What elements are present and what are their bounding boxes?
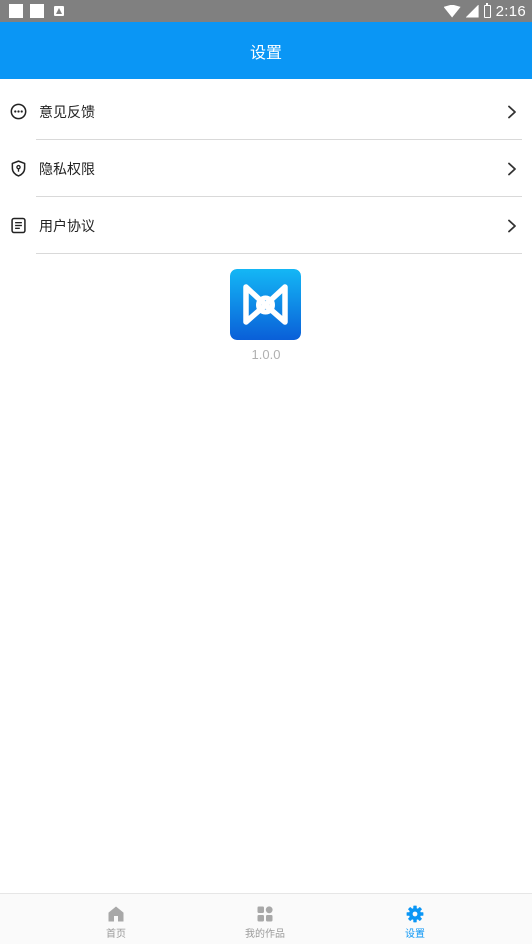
app-bar: 设置 (0, 22, 532, 79)
wifi-icon (443, 4, 461, 18)
chat-bubble-icon (10, 103, 27, 120)
tab-settings[interactable]: 设置 (355, 894, 475, 944)
tab-label: 首页 (106, 929, 126, 940)
menu-item-label: 隐私权限 (39, 162, 95, 178)
cellular-signal-icon (465, 4, 479, 18)
notification-square-icon (9, 4, 23, 18)
status-time: 2:16 (495, 2, 526, 20)
app-logo (230, 269, 301, 340)
notification-app-icon (54, 6, 64, 16)
notification-square-icon (30, 4, 44, 18)
chevron-right-icon (508, 219, 516, 233)
shield-lock-icon (11, 160, 26, 177)
menu-item-feedback[interactable]: 意见反馈 (0, 83, 532, 140)
chevron-right-icon (508, 162, 516, 176)
app-version: 1.0.0 (251, 347, 281, 362)
gear-icon (406, 905, 424, 923)
tab-label: 设置 (405, 929, 425, 940)
menu-item-label: 用户协议 (39, 219, 95, 235)
battery-icon (483, 2, 491, 18)
home-icon (108, 906, 124, 922)
page-title: 设置 (249, 42, 282, 62)
tab-my-works[interactable]: 我的作品 (205, 894, 325, 944)
divider (36, 253, 522, 254)
settings-list: 意见反馈 隐私权限 用户协议 (0, 83, 532, 254)
menu-item-privacy[interactable]: 隐私权限 (0, 140, 532, 197)
tab-home[interactable]: 首页 (56, 894, 176, 944)
bottom-nav: 首页 我的作品 设置 (0, 893, 532, 944)
document-icon (11, 217, 26, 234)
tab-label: 我的作品 (245, 929, 285, 940)
grid-icon (257, 906, 273, 922)
status-bar: 2:16 (0, 0, 532, 22)
chevron-right-icon (508, 105, 516, 119)
menu-item-user-agreement[interactable]: 用户协议 (0, 197, 532, 254)
menu-item-label: 意见反馈 (39, 105, 95, 121)
